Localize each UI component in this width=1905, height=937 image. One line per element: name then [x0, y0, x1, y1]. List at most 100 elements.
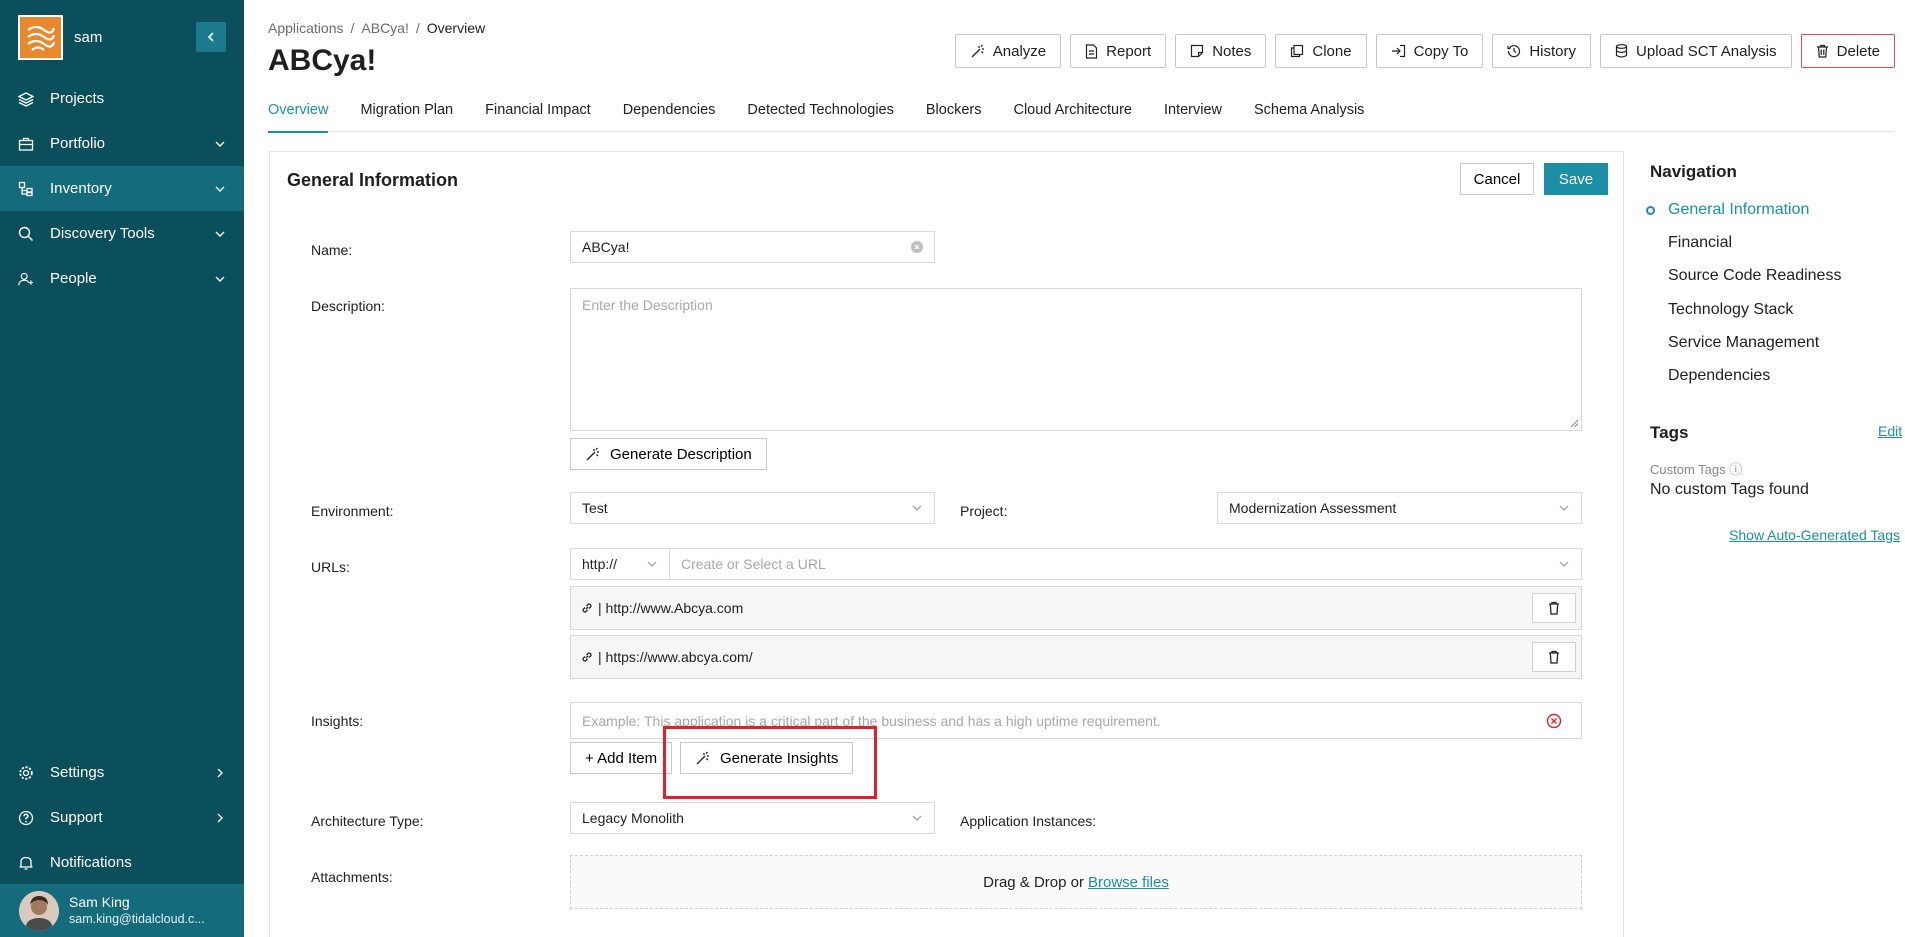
history-button[interactable]: History: [1492, 34, 1592, 68]
tab-migration-plan[interactable]: Migration Plan: [360, 102, 453, 132]
delete-label: Delete: [1836, 42, 1880, 60]
user-name: Sam King: [69, 894, 130, 911]
clone-button[interactable]: Clone: [1275, 34, 1367, 68]
trash-icon: [1816, 44, 1828, 58]
chevron-down-icon: [1559, 561, 1569, 567]
generate-insights-button[interactable]: Generate Insights: [680, 742, 854, 774]
tags-edit-link[interactable]: Edit: [1878, 423, 1902, 439]
project-value: Modernization Assessment: [1229, 500, 1397, 516]
sidebar-item-settings[interactable]: Settings: [0, 750, 244, 795]
description-label: Description:: [311, 298, 385, 314]
briefcase-icon: [18, 136, 34, 152]
link-icon: [582, 603, 592, 613]
chevron-down-icon: [1559, 505, 1569, 511]
cancel-button[interactable]: Cancel: [1460, 163, 1534, 195]
generate-description-button[interactable]: Generate Description: [570, 438, 767, 470]
sidebar-item-label: Support: [50, 809, 103, 826]
url-text[interactable]: | https://www.abcya.com/: [598, 649, 753, 665]
sidebar-item-notifications[interactable]: Notifications: [0, 840, 244, 885]
no-tags-text: No custom Tags found: [1650, 481, 1809, 498]
tab-financial-impact[interactable]: Financial Impact: [485, 102, 591, 132]
upload-sct-analysis-button[interactable]: Upload SCT Analysis: [1600, 34, 1792, 68]
search-icon: [18, 226, 34, 242]
breadcrumb-application[interactable]: ABCya!: [361, 20, 408, 36]
help-icon: [18, 810, 34, 826]
tab-blockers[interactable]: Blockers: [926, 102, 982, 132]
browse-files-link[interactable]: Browse files: [1088, 874, 1169, 891]
sidebar-item-support[interactable]: Support: [0, 795, 244, 840]
name-label: Name:: [311, 242, 353, 258]
tab-bar: Overview Migration Plan Financial Impact…: [268, 102, 1895, 133]
general-information-card: General Information Cancel Save Name: AB…: [269, 151, 1624, 937]
sidebar-item-people[interactable]: People: [0, 256, 244, 301]
anchor-service-management[interactable]: Service Management: [1668, 334, 1819, 352]
active-anchor-dot: [1646, 206, 1655, 215]
anchor-financial[interactable]: Financial: [1668, 234, 1732, 252]
toolbar: Analyze Report Notes Clone Copy To Histo…: [954, 34, 1895, 68]
breadcrumb: Applications / ABCya! / Overview: [268, 20, 486, 36]
urls-label: URLs:: [311, 559, 350, 575]
delete-url-button[interactable]: [1532, 593, 1576, 623]
show-auto-generated-tags-link[interactable]: Show Auto-Generated Tags: [1729, 527, 1900, 543]
insights-field[interactable]: Example: This application is a critical …: [570, 702, 1582, 739]
org-logo[interactable]: [18, 14, 63, 60]
save-button[interactable]: Save: [1544, 163, 1608, 195]
clear-icon[interactable]: [911, 241, 923, 253]
sidebar-item-projects[interactable]: Projects: [0, 76, 244, 121]
user-email: sam.king@tidalcloud.c...: [69, 912, 205, 927]
tab-interview[interactable]: Interview: [1164, 102, 1222, 132]
url-text[interactable]: | http://www.Abcya.com: [598, 600, 743, 616]
document-icon: [1086, 43, 1098, 59]
environment-select[interactable]: Test: [570, 492, 935, 524]
anchor-technology-stack[interactable]: Technology Stack: [1668, 301, 1793, 319]
breadcrumb-applications[interactable]: Applications: [268, 20, 344, 36]
description-field[interactable]: Enter the Description: [570, 288, 1582, 431]
anchor-source-code-readiness[interactable]: Source Code Readiness: [1668, 267, 1841, 285]
notes-button[interactable]: Notes: [1175, 34, 1267, 68]
anchor-dependencies[interactable]: Dependencies: [1668, 367, 1770, 385]
add-item-button[interactable]: + Add Item: [570, 742, 673, 774]
sidebar-item-inventory[interactable]: Inventory: [0, 166, 244, 211]
attachments-dropzone[interactable]: Drag & Drop or Browse files: [570, 855, 1582, 909]
tab-detected-technologies[interactable]: Detected Technologies: [747, 102, 893, 132]
remove-circle-icon[interactable]: [1546, 713, 1562, 729]
analyze-button[interactable]: Analyze: [954, 34, 1062, 68]
section-title: General Information: [287, 170, 459, 190]
sidebar: sam Projects Portfolio Inventory Discove…: [0, 0, 244, 937]
delete-url-button[interactable]: [1532, 642, 1576, 672]
tab-schema-analysis[interactable]: Schema Analysis: [1254, 102, 1364, 132]
tab-overview[interactable]: Overview: [268, 102, 329, 133]
sidebar-item-discovery-tools[interactable]: Discovery Tools: [0, 211, 244, 256]
layers-icon: [18, 91, 34, 107]
resize-handle-icon[interactable]: [1569, 418, 1579, 428]
trash-icon: [1549, 650, 1559, 664]
collapse-sidebar-button[interactable]: [196, 22, 226, 52]
copy-to-button[interactable]: Copy To: [1375, 34, 1484, 68]
bell-icon: [18, 855, 34, 871]
people-icon: [18, 271, 34, 287]
url-protocol-select[interactable]: http://: [570, 548, 670, 580]
upload-sct-analysis-label: Upload SCT Analysis: [1636, 42, 1777, 60]
report-button[interactable]: Report: [1070, 34, 1167, 68]
user-profile[interactable]: Sam King sam.king@tidalcloud.c...: [0, 884, 244, 937]
link-icon: [582, 652, 592, 662]
chevron-down-icon: [215, 231, 225, 237]
url-placeholder: Create or Select a URL: [681, 556, 826, 572]
tab-dependencies[interactable]: Dependencies: [623, 102, 716, 132]
architecture-type-select[interactable]: Legacy Monolith: [570, 802, 935, 834]
tab-cloud-architecture[interactable]: Cloud Architecture: [1013, 102, 1131, 132]
copy-to-label: Copy To: [1413, 42, 1469, 60]
sidebar-header: sam: [18, 14, 226, 60]
url-input[interactable]: Create or Select a URL: [669, 548, 1582, 580]
chevron-down-icon: [912, 505, 922, 511]
chevron-down-icon: [215, 141, 225, 147]
anchor-general-information[interactable]: General Information: [1668, 201, 1809, 219]
clone-label: Clone: [1312, 42, 1352, 60]
sidebar-item-label: Notifications: [50, 854, 132, 871]
sidebar-item-portfolio[interactable]: Portfolio: [0, 121, 244, 166]
delete-button[interactable]: Delete: [1800, 34, 1895, 68]
name-field[interactable]: ABCya!: [570, 231, 935, 263]
project-select[interactable]: Modernization Assessment: [1217, 492, 1582, 524]
chevron-down-icon: [647, 561, 657, 567]
analyze-label: Analyze: [992, 42, 1047, 60]
